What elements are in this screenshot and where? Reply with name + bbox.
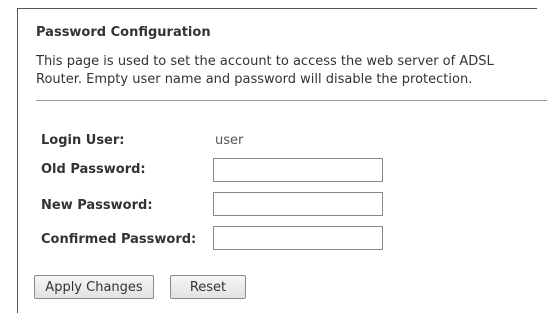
- section-divider: [36, 100, 547, 101]
- reset-button[interactable]: Reset: [170, 275, 246, 299]
- old-password-field[interactable]: [213, 158, 383, 182]
- panel-top-border: [17, 8, 537, 9]
- login-user-value: user: [215, 133, 244, 148]
- new-password-label: New Password:: [41, 198, 153, 213]
- confirmed-password-label: Confirmed Password:: [41, 232, 197, 247]
- page-title: Password Configuration: [36, 25, 211, 40]
- old-password-label: Old Password:: [41, 162, 146, 177]
- new-password-field[interactable]: [213, 192, 383, 216]
- apply-changes-button[interactable]: Apply Changes: [34, 275, 154, 299]
- panel-left-border: [17, 8, 18, 313]
- confirmed-password-field[interactable]: [213, 226, 383, 250]
- login-user-label: Login User:: [41, 133, 125, 148]
- page-description: This page is used to set the account to …: [36, 54, 494, 87]
